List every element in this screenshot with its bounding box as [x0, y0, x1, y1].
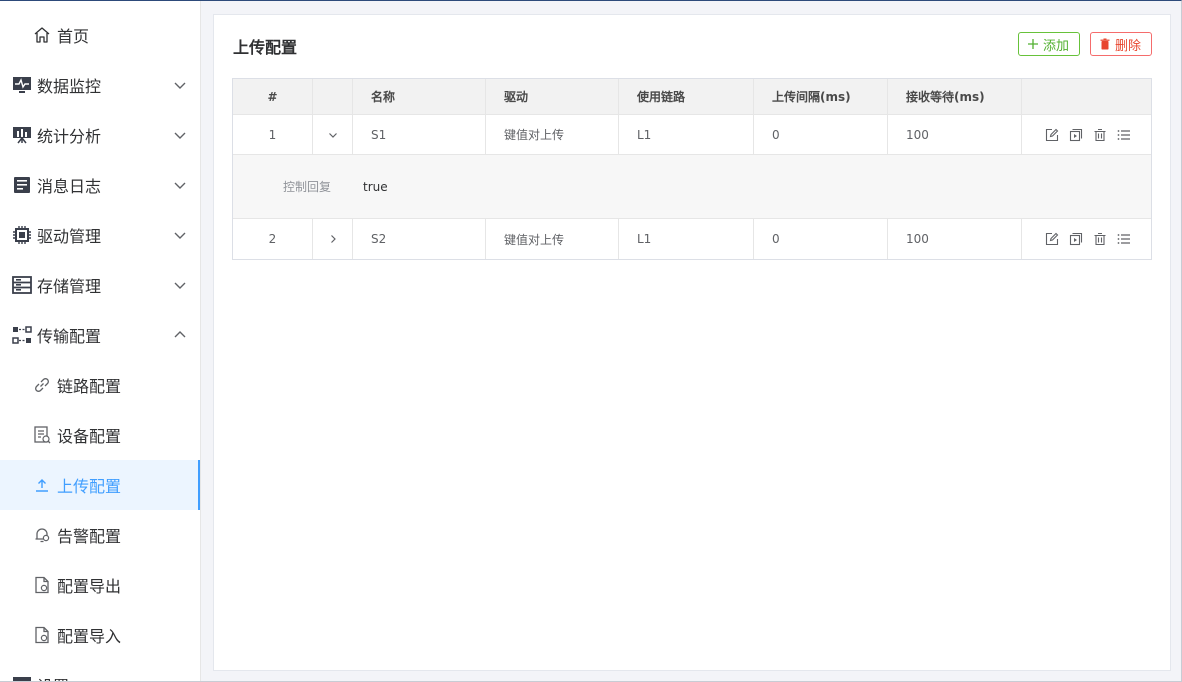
edit-icon[interactable]: [1044, 231, 1060, 247]
sidebar-item-label: 传输配置: [37, 327, 102, 346]
add-button-label: 添加: [1043, 38, 1070, 54]
cell-interval: 0: [754, 219, 888, 259]
table-row[interactable]: 1 S1 键值对上传 L1 0 100: [233, 115, 1151, 155]
import-icon: [32, 625, 52, 645]
sidebar-item-label: 驱动管理: [37, 227, 102, 246]
sidebar-item-driver-management[interactable]: 驱动管理: [0, 210, 200, 260]
sidebar-item-device-config[interactable]: 设备配置: [0, 410, 200, 460]
page-title: 上传配置: [233, 38, 298, 57]
home-icon: [32, 25, 52, 45]
column-header: 使用链路: [619, 79, 754, 114]
sidebar-item-data-monitor[interactable]: 数据监控: [0, 60, 200, 110]
link-icon: [32, 375, 52, 395]
list-icon[interactable]: [1116, 127, 1132, 143]
cell-name: S2: [353, 219, 486, 259]
sidebar-item-link-config[interactable]: 链路配置: [0, 360, 200, 410]
notebook-icon: [12, 175, 32, 195]
sidebar: 首页 数据监控 统计分析 消息日志 驱动管理 存储管理 传输配置 链路配置 设备…: [0, 0, 201, 682]
detail-value: true: [363, 179, 388, 194]
expanded-detail: 控制回复 true: [233, 155, 1151, 219]
upload-config-table: # 名称 驱动 使用链路 上传间隔(ms) 接收等待(ms) 1 S1 键值对上…: [232, 78, 1152, 260]
add-button[interactable]: 添加: [1018, 32, 1080, 56]
sidebar-item-home[interactable]: 首页: [0, 10, 200, 60]
sidebar-item-label: 首页: [57, 27, 90, 46]
list-icon[interactable]: [1116, 231, 1132, 247]
transfer-icon: [12, 325, 32, 345]
copy-icon[interactable]: [1068, 127, 1084, 143]
sidebar-item-label: 配置导出: [57, 577, 122, 596]
sidebar-item-label: 数据监控: [37, 77, 102, 96]
sidebar-item-config-import[interactable]: 配置导入: [0, 610, 200, 660]
cell-driver: 键值对上传: [486, 219, 619, 259]
row-index: 1: [233, 115, 313, 154]
chip-icon: [12, 225, 32, 245]
sidebar-item-label: 上传配置: [57, 477, 122, 496]
chevron-down-icon: [172, 177, 188, 193]
sidebar-item-label: 链路配置: [57, 377, 122, 396]
delete-button[interactable]: 删除: [1090, 32, 1152, 56]
column-header: 驱动: [486, 79, 619, 114]
chevron-down-icon: [172, 277, 188, 293]
expand-toggle[interactable]: [313, 115, 353, 154]
sidebar-item-label: 设备配置: [57, 427, 122, 446]
export-icon: [32, 575, 52, 595]
table-header: # 名称 驱动 使用链路 上传间隔(ms) 接收等待(ms): [233, 79, 1151, 115]
device-doc-icon: [32, 425, 52, 445]
column-header: 上传间隔(ms): [754, 79, 888, 114]
alarm-icon: [32, 525, 52, 545]
row-actions: [1022, 219, 1151, 259]
cell-interval: 0: [754, 115, 888, 154]
copy-icon[interactable]: [1068, 231, 1084, 247]
sidebar-item-label: 告警配置: [57, 527, 122, 546]
column-header: 接收等待(ms): [888, 79, 1022, 114]
sidebar-item-upload-config[interactable]: 上传配置: [0, 460, 200, 510]
cell-link: L1: [619, 115, 754, 154]
monitor-icon: [12, 75, 32, 95]
sidebar-item-label: 消息日志: [37, 177, 102, 196]
storage-icon: [12, 275, 32, 295]
expand-toggle[interactable]: [313, 219, 353, 259]
chevron-down-icon: [172, 227, 188, 243]
plus-icon: [1027, 38, 1039, 50]
column-header: [313, 79, 353, 114]
upload-icon: [32, 475, 52, 495]
sidebar-item-alarm-config[interactable]: 告警配置: [0, 510, 200, 560]
delete-row-icon[interactable]: [1092, 231, 1108, 247]
trash-icon: [1099, 38, 1111, 50]
cell-driver: 键值对上传: [486, 115, 619, 154]
sidebar-item-storage-management[interactable]: 存储管理: [0, 260, 200, 310]
row-actions: [1022, 115, 1151, 154]
main-content: 上传配置 添加 删除 # 名称 驱动 使用链路 上传间隔(ms) 接收等待(ms…: [213, 14, 1171, 671]
cell-wait: 100: [888, 219, 1022, 259]
sidebar-item-transfer-config[interactable]: 传输配置: [0, 310, 200, 360]
sidebar-item-label: 设置: [37, 673, 69, 682]
sidebar-item-config-export[interactable]: 配置导出: [0, 560, 200, 610]
chevron-down-icon: [172, 127, 188, 143]
settings-icon: [12, 675, 32, 682]
delete-button-label: 删除: [1115, 38, 1142, 54]
sidebar-item-message-log[interactable]: 消息日志: [0, 160, 200, 210]
sidebar-item-statistics[interactable]: 统计分析: [0, 110, 200, 160]
chevron-up-icon: [172, 327, 188, 343]
detail-label: 控制回复: [283, 180, 332, 194]
delete-row-icon[interactable]: [1092, 127, 1108, 143]
chevron-down-icon: [327, 129, 339, 141]
cell-link: L1: [619, 219, 754, 259]
table-row[interactable]: 2 S2 键值对上传 L1 0 100: [233, 219, 1151, 259]
column-header: #: [233, 79, 313, 114]
column-header: 名称: [353, 79, 486, 114]
row-index: 2: [233, 219, 313, 259]
sidebar-item-label: 统计分析: [37, 127, 102, 146]
edit-icon[interactable]: [1044, 127, 1060, 143]
cell-name: S1: [353, 115, 486, 154]
sidebar-item-label: 存储管理: [37, 277, 102, 296]
chevron-down-icon: [172, 77, 188, 93]
presentation-icon: [12, 125, 32, 145]
cell-wait: 100: [888, 115, 1022, 154]
chevron-right-icon: [327, 233, 339, 245]
column-header: [1022, 79, 1151, 114]
sidebar-item-settings[interactable]: 设置: [0, 660, 200, 682]
sidebar-item-label: 配置导入: [57, 627, 122, 646]
